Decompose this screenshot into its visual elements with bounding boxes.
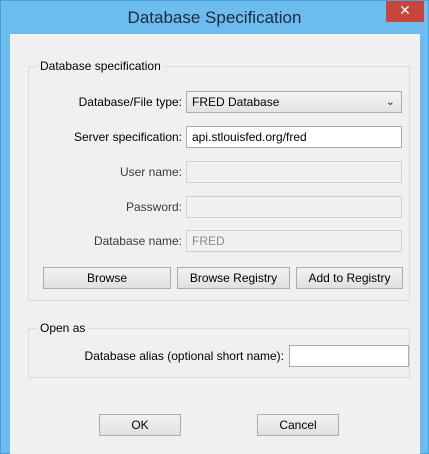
database-type-value: FRED Database: [192, 95, 280, 109]
dialog-window: Database Specification ✕ Database specif…: [0, 0, 429, 454]
database-name-label: Database name:: [93, 234, 182, 248]
server-specification-value: api.stlouisfed.org/fred: [192, 130, 307, 144]
database-specification-legend: Database specification: [37, 59, 164, 73]
window-title: Database Specification: [127, 8, 302, 27]
open-as-group: Open as Database alias (optional short n…: [28, 321, 410, 378]
database-name-input[interactable]: FRED: [186, 230, 402, 252]
close-button[interactable]: ✕: [386, 1, 424, 22]
user-name-label: User name:: [119, 165, 182, 179]
add-to-registry-button[interactable]: Add to Registry: [296, 267, 403, 289]
chevron-down-icon: ⌄: [385, 96, 395, 108]
dialog-client-area: Database specification Database/File typ…: [10, 34, 420, 454]
title-bar[interactable]: Database Specification ✕: [1, 1, 428, 34]
open-as-legend: Open as: [37, 321, 89, 335]
server-specification-input[interactable]: api.stlouisfed.org/fred: [186, 126, 402, 148]
database-type-select[interactable]: FRED Database ⌄: [186, 91, 402, 113]
database-alias-input[interactable]: [289, 345, 409, 367]
database-alias-label: Database alias (optional short name):: [84, 349, 284, 363]
close-icon: ✕: [399, 3, 411, 19]
browse-button[interactable]: Browse: [43, 267, 171, 289]
browse-registry-button[interactable]: Browse Registry: [177, 267, 290, 289]
ok-button[interactable]: OK: [99, 414, 181, 436]
server-specification-label: Server specification:: [73, 130, 182, 144]
database-type-label: Database/File type:: [78, 95, 182, 109]
database-name-value: FRED: [192, 234, 225, 248]
password-input[interactable]: [186, 196, 402, 218]
cancel-button[interactable]: Cancel: [257, 414, 339, 436]
user-name-input[interactable]: [186, 161, 402, 183]
password-label: Password:: [125, 200, 182, 214]
database-specification-group: Database specification Database/File typ…: [28, 59, 410, 301]
